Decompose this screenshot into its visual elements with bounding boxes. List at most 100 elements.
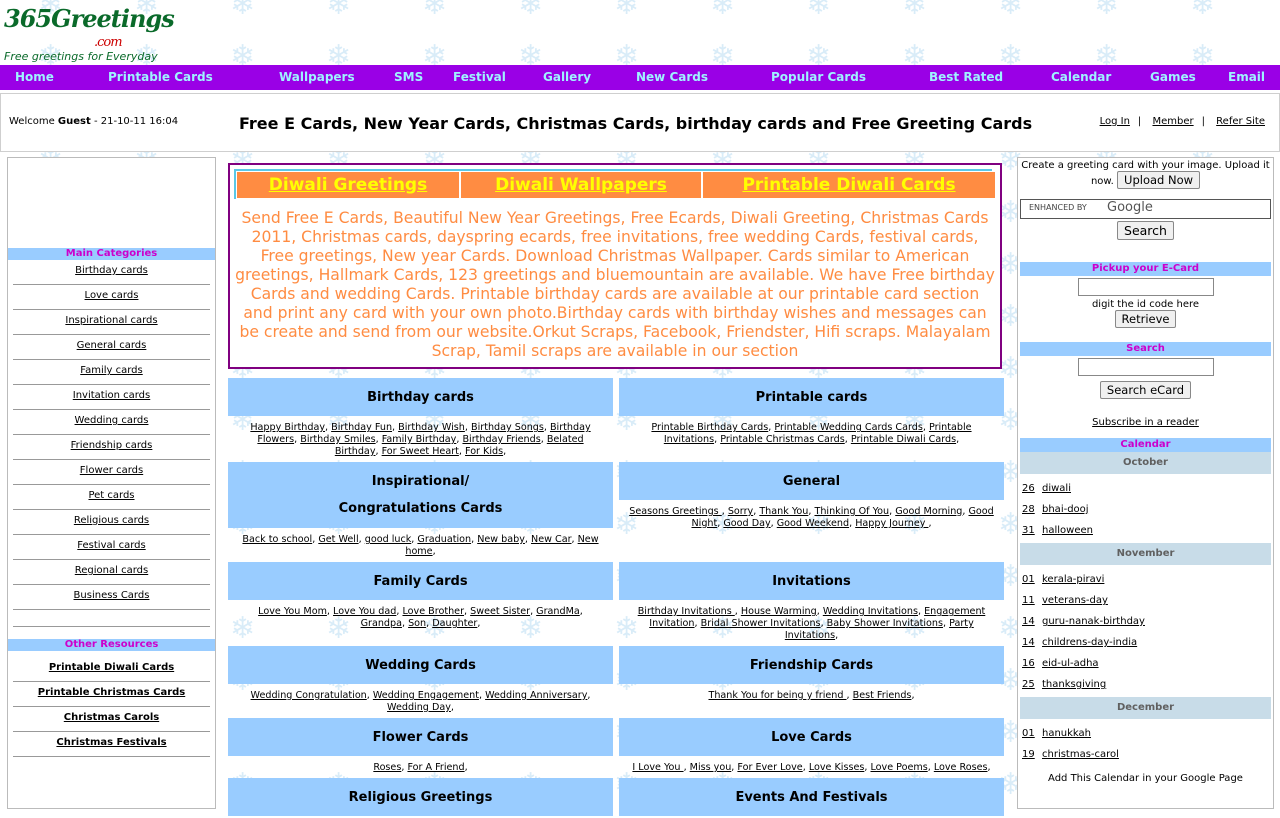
google-search-input[interactable]: ENHANCED BY Google xyxy=(1020,199,1271,219)
sidebar-link[interactable]: Inspirational cards xyxy=(65,315,157,326)
promo-link[interactable]: Diwali Wallpapers xyxy=(495,175,667,195)
event-link[interactable]: diwali xyxy=(1042,483,1071,494)
category-heading[interactable]: General xyxy=(619,462,1004,500)
upload-now-button[interactable]: Upload Now xyxy=(1117,171,1201,189)
category-link[interactable]: Birthday Invitations xyxy=(638,606,735,617)
category-link[interactable]: Best Friends xyxy=(853,690,912,701)
refer-site-link[interactable]: Refer Site xyxy=(1216,116,1265,127)
category-link[interactable]: Birthday Smiles xyxy=(300,434,375,445)
category-link[interactable]: Printable Wedding Cards Cards xyxy=(774,422,922,433)
category-heading[interactable]: Flower Cards xyxy=(228,718,613,756)
category-heading[interactable]: Invitations xyxy=(619,562,1004,600)
event-link[interactable]: childrens-day-india xyxy=(1042,637,1137,648)
sidebar-link[interactable]: Regional cards xyxy=(75,565,148,576)
category-link[interactable]: Birthday Fun xyxy=(331,422,392,433)
category-link[interactable]: I Love You xyxy=(632,762,683,773)
sidebar-link[interactable]: General cards xyxy=(77,340,147,351)
category-link[interactable]: Seasons Greetings xyxy=(629,506,722,517)
category-link[interactable]: GrandMa xyxy=(536,606,580,617)
event-date[interactable]: 25 xyxy=(1022,674,1042,695)
member-link[interactable]: Member xyxy=(1152,116,1193,127)
ecard-id-input[interactable] xyxy=(1077,278,1214,296)
promo-link[interactable]: Diwali Greetings xyxy=(269,175,427,195)
event-link[interactable]: christmas-carol xyxy=(1042,749,1119,760)
event-link[interactable]: guru-nanak-birthday xyxy=(1042,616,1145,627)
nav-calendar[interactable]: Calendar xyxy=(1051,70,1111,84)
category-link[interactable]: Love Brother xyxy=(402,606,464,617)
resource-link[interactable]: Christmas Carols xyxy=(64,712,159,723)
category-heading[interactable]: Love Cards xyxy=(619,718,1004,756)
nav-sms[interactable]: SMS xyxy=(394,70,423,84)
category-link[interactable]: Printable Christmas Cards xyxy=(720,434,845,445)
nav-new-cards[interactable]: New Cards xyxy=(636,70,708,84)
search-ecard-button[interactable]: Search eCard xyxy=(1099,381,1192,399)
category-link[interactable]: For Sweet Heart xyxy=(382,446,459,457)
category-link[interactable]: For Ever Love xyxy=(737,762,802,773)
category-link[interactable]: Thinking Of You xyxy=(814,506,889,517)
category-link[interactable]: Love Kisses xyxy=(809,762,865,773)
event-link[interactable]: bhai-dooj xyxy=(1042,504,1089,515)
subscribe-link[interactable]: Subscribe in a reader xyxy=(1092,417,1199,428)
nav-printable-cards[interactable]: Printable Cards xyxy=(108,70,213,84)
category-link[interactable]: New baby xyxy=(477,534,525,545)
category-link[interactable]: Happy Birthday xyxy=(250,422,325,433)
category-heading[interactable]: Religious Greetings xyxy=(228,778,613,816)
category-link[interactable]: Baby Shower Invitations xyxy=(827,618,943,629)
category-heading[interactable]: Family Cards xyxy=(228,562,613,600)
category-link[interactable]: Son xyxy=(408,618,426,629)
event-link[interactable]: hanukkah xyxy=(1042,728,1091,739)
category-link[interactable]: Love You dad xyxy=(333,606,396,617)
category-link[interactable]: House Warming xyxy=(741,606,817,617)
event-link[interactable]: veterans-day xyxy=(1042,595,1108,606)
resource-link[interactable]: Christmas Festivals xyxy=(56,737,166,748)
sidebar-link[interactable]: Religious cards xyxy=(74,515,149,526)
category-link[interactable]: Love You Mom xyxy=(258,606,327,617)
category-heading[interactable]: Printable cards xyxy=(619,378,1004,416)
category-link[interactable]: Thank You xyxy=(759,506,808,517)
category-link[interactable]: New Car xyxy=(531,534,572,545)
category-link[interactable]: Family Birthday xyxy=(382,434,457,445)
category-link[interactable]: Birthday Friends xyxy=(462,434,540,445)
ecard-search-input[interactable] xyxy=(1077,358,1214,376)
category-link[interactable]: Printable Diwali Cards xyxy=(851,434,956,445)
category-link[interactable]: Love Poems xyxy=(870,762,927,773)
sidebar-link[interactable]: Birthday cards xyxy=(75,265,148,276)
nav-festival[interactable]: Festival xyxy=(453,70,506,84)
category-link[interactable]: For Kids xyxy=(465,446,503,457)
category-heading[interactable]: Birthday cards xyxy=(228,378,613,416)
category-heading[interactable]: Events And Festivals xyxy=(619,778,1004,816)
event-date[interactable]: 01 xyxy=(1022,569,1042,590)
sidebar-link[interactable]: Love cards xyxy=(85,290,139,301)
sidebar-link[interactable]: Family cards xyxy=(80,365,142,376)
login-link[interactable]: Log In xyxy=(1100,116,1130,127)
category-link[interactable]: good luck xyxy=(365,534,412,545)
event-date[interactable]: 19 xyxy=(1022,744,1042,765)
event-date[interactable]: 16 xyxy=(1022,653,1042,674)
category-heading[interactable]: Inspirational/Congratulations Cards xyxy=(228,462,613,528)
sidebar-link[interactable]: Festival cards xyxy=(77,540,145,551)
nav-best-rated[interactable]: Best Rated xyxy=(929,70,1003,84)
sidebar-link[interactable]: Business Cards xyxy=(74,590,150,601)
event-date[interactable]: 28 xyxy=(1022,499,1042,520)
event-link[interactable]: kerala-piravi xyxy=(1042,574,1104,585)
category-link[interactable]: Birthday Songs xyxy=(471,422,544,433)
nav-email[interactable]: Email xyxy=(1228,70,1265,84)
category-heading[interactable]: Wedding Cards xyxy=(228,646,613,684)
event-date[interactable]: 26 xyxy=(1022,478,1042,499)
retrieve-button[interactable]: Retrieve xyxy=(1114,310,1177,328)
promo-link[interactable]: Printable Diwali Cards xyxy=(742,175,955,195)
category-link[interactable]: Sorry xyxy=(728,506,753,517)
category-link[interactable]: For A Friend xyxy=(407,762,464,773)
resource-link[interactable]: Printable Christmas Cards xyxy=(38,687,185,698)
nav-popular-cards[interactable]: Popular Cards xyxy=(771,70,866,84)
category-link[interactable]: Wedding Anniversary xyxy=(485,690,587,701)
sidebar-link[interactable]: Flower cards xyxy=(80,465,143,476)
category-link[interactable]: Roses xyxy=(373,762,401,773)
category-link[interactable]: Love Roses xyxy=(934,762,988,773)
category-link[interactable]: Printable Birthday Cards xyxy=(651,422,768,433)
category-link[interactable]: Good Day xyxy=(723,518,770,529)
category-link[interactable]: Daughter xyxy=(432,618,477,629)
category-link[interactable]: Wedding Invitations xyxy=(823,606,918,617)
nav-home[interactable]: Home xyxy=(15,70,54,84)
event-link[interactable]: thanksgiving xyxy=(1042,679,1106,690)
